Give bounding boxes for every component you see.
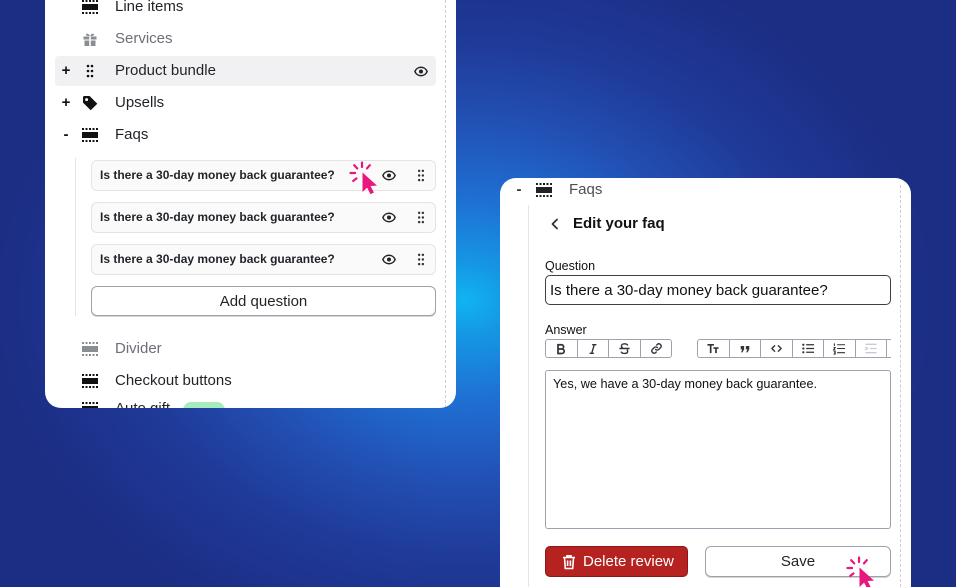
answer-label: Answer [545, 323, 587, 337]
tag-icon [82, 95, 98, 111]
bullet-list-icon [801, 343, 814, 354]
click-cursor-icon [349, 161, 377, 195]
answer-editor[interactable]: Yes, we have a 30-day money back guarant… [545, 370, 891, 529]
italic-icon [589, 343, 597, 354]
block-icon [536, 183, 552, 197]
tree-item-label: Product bundle [115, 62, 216, 79]
panel-divider-dashed [900, 185, 901, 587]
question-label: Question [545, 259, 596, 273]
block-icon [82, 0, 98, 15]
question-input[interactable] [545, 275, 891, 305]
tree-item-auto-gift[interactable]: Auto gift [55, 394, 436, 408]
block-icon [82, 127, 98, 143]
tree-item-label: Checkout buttons [115, 372, 232, 389]
drag-handle-icon[interactable] [417, 211, 425, 224]
drag-handle-icon[interactable] [417, 169, 425, 182]
heading-icon [707, 343, 719, 354]
tree-item-product-bundle[interactable]: + Product bundle [55, 56, 436, 86]
blockquote-icon [740, 345, 750, 352]
block-icon [82, 341, 98, 357]
page-title: Edit your faq [573, 215, 665, 232]
bullet-list-button[interactable] [793, 340, 824, 357]
tree-item-services[interactable]: Services [55, 24, 436, 54]
delete-review-button[interactable]: Delete review [545, 546, 688, 577]
strikethrough-icon [619, 343, 630, 355]
tree-item-line-items[interactable]: Line items [55, 0, 436, 22]
click-cursor-icon [846, 556, 874, 587]
faq-editor-panel: - Faqs Edit your faq Question Answer Yes… [500, 178, 911, 587]
block-toolbar [697, 339, 891, 358]
chevron-left-icon[interactable] [549, 217, 561, 231]
eye-icon[interactable] [382, 170, 396, 181]
faq-question: Is there a 30-day money back guarantee? [100, 168, 335, 182]
tree-item-label: Services [115, 30, 173, 47]
strikethrough-button[interactable] [609, 340, 641, 357]
indent-button[interactable] [856, 340, 887, 357]
collapse-toggle[interactable]: - [60, 120, 72, 150]
faq-item[interactable]: Is there a 30-day money back guarantee? [91, 244, 436, 275]
tree-item-checkout-buttons[interactable]: Checkout buttons [55, 366, 436, 396]
tree-item-label: Divider [115, 340, 162, 357]
panel-divider-dashed [445, 0, 446, 408]
block-icon [82, 401, 98, 408]
tree-item-label: Upsells [115, 94, 165, 111]
tree-item-label[interactable]: Faqs [569, 178, 602, 205]
heading-button[interactable] [698, 340, 730, 357]
status-badge [183, 402, 225, 408]
faq-question: Is there a 30-day money back guarantee? [100, 252, 335, 266]
drag-handle-icon[interactable] [417, 253, 425, 266]
tree-connector [75, 158, 76, 316]
faq-question: Is there a 30-day money back guarantee? [100, 210, 335, 224]
italic-button[interactable] [578, 340, 609, 357]
blockquote-button[interactable] [730, 340, 761, 357]
indent-icon [864, 343, 877, 354]
tree-connector [528, 205, 529, 587]
block-icon [82, 373, 98, 389]
eye-icon[interactable] [382, 212, 396, 223]
gift-icon [82, 31, 98, 47]
link-icon [650, 343, 662, 354]
tree-item-label: Auto gift [115, 394, 170, 408]
link-button[interactable] [641, 340, 673, 357]
bold-icon [557, 343, 566, 354]
trash-icon [562, 554, 576, 570]
tree-item-upsells[interactable]: + Upsells [55, 88, 436, 118]
toolbar-button-cut[interactable] [887, 340, 891, 357]
collapse-toggle[interactable]: - [513, 178, 525, 205]
bold-button[interactable] [546, 340, 578, 357]
drag-handle-icon[interactable] [82, 63, 98, 79]
eye-icon[interactable] [382, 254, 396, 265]
tree-item-faqs[interactable]: - Faqs [55, 120, 436, 150]
blocks-panel: Line items Services + Product bundle + U… [45, 0, 456, 408]
faq-item[interactable]: Is there a 30-day money back guarantee? [91, 160, 436, 191]
expand-toggle[interactable]: + [60, 56, 72, 86]
numbered-list-button[interactable] [824, 340, 856, 357]
format-toolbar [545, 339, 672, 358]
delete-review-label: Delete review [583, 553, 674, 570]
numbered-list-icon [832, 343, 846, 355]
tree-item-label: Line items [115, 0, 184, 15]
add-question-button[interactable]: Add question [91, 286, 436, 316]
code-button[interactable] [761, 340, 793, 357]
expand-toggle[interactable]: + [60, 88, 72, 118]
code-icon [770, 345, 782, 352]
faq-item[interactable]: Is there a 30-day money back guarantee? [91, 202, 436, 233]
eye-icon[interactable] [414, 66, 428, 77]
tree-item-divider[interactable]: Divider [55, 334, 436, 364]
tree-item-label: Faqs [115, 126, 149, 143]
